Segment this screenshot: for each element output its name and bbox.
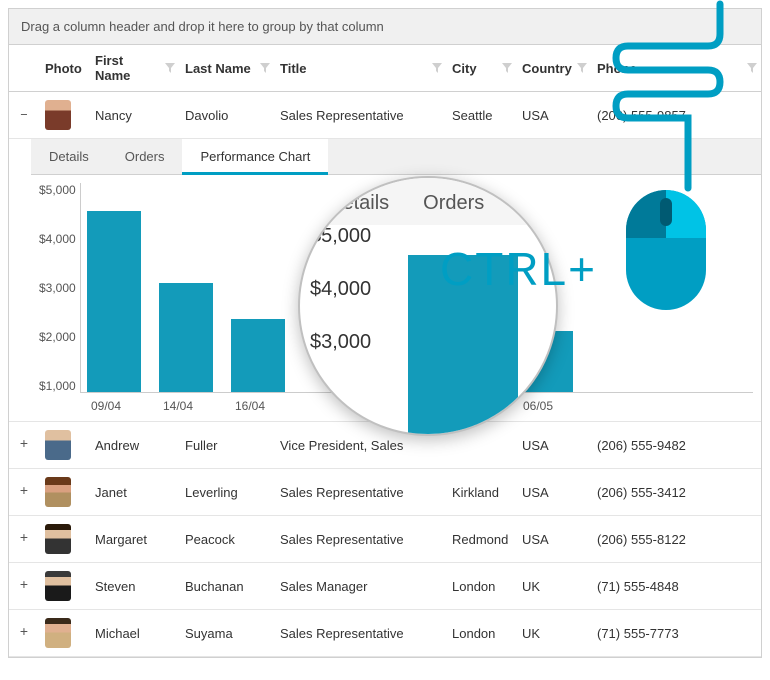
x-tick: 14/04: [151, 399, 205, 413]
avatar: [45, 571, 71, 601]
expand-button[interactable]: +: [9, 429, 39, 461]
avatar: [45, 524, 71, 554]
column-header-last-name[interactable]: Last Name: [179, 53, 274, 84]
chart-bar: [87, 211, 141, 392]
cell-city: Seattle: [446, 100, 516, 131]
cell-first: Andrew: [89, 430, 179, 461]
cell-title: Sales Representative: [274, 618, 446, 649]
collapse-button[interactable]: –: [9, 99, 39, 131]
column-header-first-name[interactable]: First Name: [89, 45, 179, 91]
cell-photo: [39, 563, 89, 609]
table-row[interactable]: + Janet Leverling Sales Representative K…: [9, 469, 761, 516]
cell-country: USA: [516, 524, 591, 555]
expand-button[interactable]: +: [9, 617, 39, 649]
zoom-tab-details: Details: [328, 192, 389, 215]
cell-phone: (206) 555-9482: [591, 430, 761, 461]
cell-photo: [39, 516, 89, 562]
cell-last: Leverling: [179, 477, 274, 508]
cell-first: Steven: [89, 571, 179, 602]
y-tick: $5,000: [39, 183, 76, 197]
column-label: Photo: [45, 61, 82, 76]
expand-button[interactable]: +: [9, 570, 39, 602]
chart-y-axis: $5,000 $4,000 $3,000 $2,000 $1,000: [39, 183, 80, 393]
cell-first: Margaret: [89, 524, 179, 555]
column-label: First Name: [95, 53, 161, 83]
cell-country: UK: [516, 618, 591, 649]
zoom-y-tick: $4,000: [310, 278, 371, 301]
y-tick: $3,000: [39, 281, 76, 295]
cell-photo: [39, 469, 89, 515]
column-label: Title: [280, 61, 307, 76]
y-tick: $4,000: [39, 232, 76, 246]
y-tick: $2,000: [39, 330, 76, 344]
cell-photo: [39, 422, 89, 468]
avatar: [45, 100, 71, 130]
zoom-tab-orders: Orders: [423, 192, 484, 215]
cell-title: Sales Representative: [274, 524, 446, 555]
cell-title: Sales Representative: [274, 100, 446, 131]
column-header-title[interactable]: Title: [274, 53, 446, 84]
cell-last: Buchanan: [179, 571, 274, 602]
expand-button[interactable]: +: [9, 523, 39, 555]
avatar: [45, 618, 71, 648]
filter-icon[interactable]: [165, 63, 175, 73]
cell-country: UK: [516, 571, 591, 602]
cell-title: Sales Manager: [274, 571, 446, 602]
cell-first: Nancy: [89, 100, 179, 131]
tab-details[interactable]: Details: [31, 139, 107, 174]
cell-last: Fuller: [179, 430, 274, 461]
cell-city: Kirkland: [446, 477, 516, 508]
cell-photo: [39, 92, 89, 138]
ctrl-plus-label: CTRL+: [440, 242, 597, 296]
cell-phone: (206) 555-3412: [591, 477, 761, 508]
table-row[interactable]: + Steven Buchanan Sales Manager London U…: [9, 563, 761, 610]
cell-last: Peacock: [179, 524, 274, 555]
cell-title: Sales Representative: [274, 477, 446, 508]
chart-bar: [159, 283, 213, 392]
cell-phone: (71) 555-7773: [591, 618, 761, 649]
cell-last: Suyama: [179, 618, 274, 649]
column-header-photo[interactable]: Photo: [39, 53, 89, 84]
table-row[interactable]: + Michael Suyama Sales Representative Lo…: [9, 610, 761, 657]
x-tick: 09/04: [79, 399, 133, 413]
cell-city: [446, 437, 516, 453]
cell-country: USA: [516, 430, 591, 461]
column-label: Country: [522, 61, 572, 76]
filter-icon[interactable]: [260, 63, 270, 73]
x-tick: 16/04: [223, 399, 277, 413]
cell-city: London: [446, 618, 516, 649]
table-row[interactable]: + Margaret Peacock Sales Representative …: [9, 516, 761, 563]
mouse-icon: [622, 186, 710, 314]
expand-header: [9, 60, 39, 76]
cell-first: Michael: [89, 618, 179, 649]
cell-first: Janet: [89, 477, 179, 508]
cell-city: London: [446, 571, 516, 602]
column-header-city[interactable]: City: [446, 53, 516, 84]
zoom-lens-graphic: Details Orders $5,000 $4,000 $3,000: [298, 176, 558, 436]
cell-country: USA: [516, 477, 591, 508]
cell-phone: (206) 555-8122: [591, 524, 761, 555]
expand-button[interactable]: +: [9, 476, 39, 508]
avatar: [45, 430, 71, 460]
mouse-cable-graphic: [580, 4, 750, 204]
cell-city: Redmond: [446, 524, 516, 555]
zoom-y-tick: $3,000: [310, 331, 371, 354]
filter-icon[interactable]: [432, 63, 442, 73]
cell-photo: [39, 610, 89, 656]
column-label: City: [452, 61, 477, 76]
tab-performance-chart[interactable]: Performance Chart: [182, 139, 328, 174]
y-tick: $1,000: [39, 379, 76, 393]
cell-phone: (71) 555-4848: [591, 571, 761, 602]
cell-last: Davolio: [179, 100, 274, 131]
filter-icon[interactable]: [502, 63, 512, 73]
zoom-y-tick: $5,000: [310, 225, 371, 248]
chart-bar: [231, 319, 285, 393]
tab-orders[interactable]: Orders: [107, 139, 183, 174]
avatar: [45, 477, 71, 507]
column-label: Last Name: [185, 61, 251, 76]
